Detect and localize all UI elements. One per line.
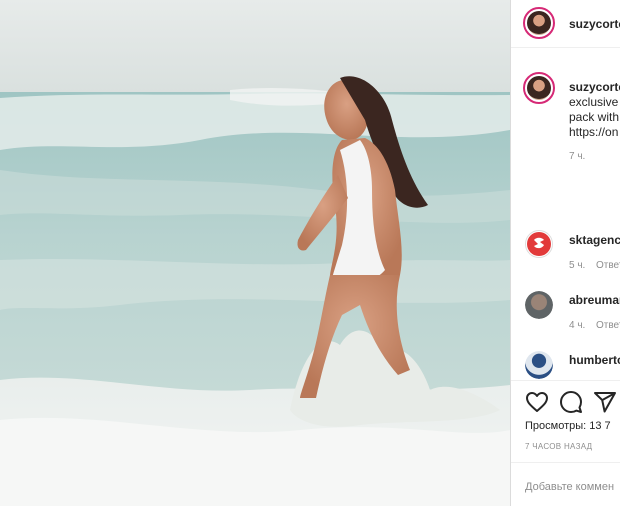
- comment-username[interactable]: sktagency: [569, 233, 620, 247]
- caption-avatar-icon[interactable]: [523, 72, 555, 104]
- caption: suzycortez exclusive pack with https://o…: [569, 80, 620, 140]
- post-username[interactable]: suzycortez: [569, 17, 620, 31]
- caption-line-2: pack with: [569, 110, 620, 124]
- reply-button[interactable]: Ответ: [596, 320, 620, 331]
- comment-time[interactable]: 4 ч.: [569, 320, 585, 331]
- comment-avatar-icon[interactable]: [525, 230, 553, 258]
- comment-input[interactable]: Добавьте коммен: [511, 462, 620, 506]
- comment-avatar-icon[interactable]: [525, 351, 553, 379]
- paper-plane-icon[interactable]: [593, 390, 617, 414]
- caption-link[interactable]: https://on: [569, 125, 620, 140]
- comment-icon[interactable]: [559, 390, 583, 414]
- post-media[interactable]: [0, 0, 510, 506]
- comment-username[interactable]: abreuman: [569, 293, 620, 307]
- comment-username[interactable]: humbertc: [569, 353, 620, 367]
- view-count[interactable]: Просмотры: 13 7: [525, 420, 611, 432]
- caption-line-1: exclusive: [569, 95, 619, 109]
- caption-time[interactable]: 7 ч.: [569, 151, 585, 162]
- comment-time[interactable]: 5 ч.: [569, 260, 585, 271]
- post-timestamp[interactable]: 7 ЧАСОВ НАЗАД: [525, 442, 592, 451]
- profile-avatar-icon[interactable]: [523, 7, 555, 39]
- post-sidebar: suzycortez suzycortez exclusive pack wit…: [510, 0, 620, 506]
- divider: [511, 380, 620, 381]
- heart-icon[interactable]: [525, 390, 549, 414]
- comment-avatar-icon[interactable]: [525, 291, 553, 319]
- comment-placeholder: Добавьте коммен: [525, 481, 615, 493]
- post-header: suzycortez: [511, 0, 620, 48]
- post-photo: [0, 0, 510, 506]
- reply-button[interactable]: Ответ: [596, 260, 620, 271]
- caption-username[interactable]: suzycortez: [569, 80, 620, 95]
